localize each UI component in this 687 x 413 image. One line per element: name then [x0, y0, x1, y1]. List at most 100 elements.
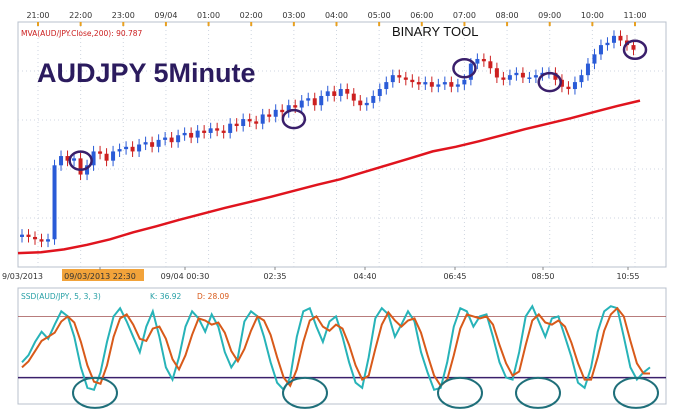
candle-body	[52, 165, 57, 240]
watermark: BINARY TOOL	[392, 24, 478, 39]
top-tick-label: 09:00	[538, 11, 561, 20]
candle-body	[358, 100, 363, 106]
candle-body	[280, 109, 285, 113]
d-value-label: D: 28.09	[197, 292, 229, 301]
oscillator-label: SSD(AUD/JPY, 5, 3, 3)	[21, 292, 101, 301]
candle-body	[267, 114, 272, 117]
candle-body	[572, 82, 577, 90]
candle-body	[20, 234, 24, 237]
candle-body	[293, 105, 298, 108]
candle-body	[247, 119, 252, 122]
candle-body	[494, 68, 499, 78]
chart-svg: 21:00 22:00 23:00 09/04 01:00 02:00 03:00 04:00…	[2, 11, 667, 409]
top-tick-label: 06:00	[410, 11, 433, 20]
candle-body	[312, 98, 317, 106]
bottom-tick-label: 9/03/2013	[2, 272, 43, 281]
candle-body	[137, 144, 142, 152]
top-tick-label: 04:00	[325, 11, 348, 20]
candle-body	[598, 45, 603, 55]
top-tick-label: 22:00	[69, 11, 92, 20]
top-tick-label: 21:00	[26, 11, 49, 20]
candle-body	[163, 137, 168, 140]
candle-body	[592, 54, 597, 64]
k-value-label: K: 36.92	[150, 292, 182, 301]
candle-body	[176, 135, 181, 143]
candle-body	[579, 75, 584, 83]
candle-body	[124, 146, 129, 150]
candle-body	[618, 35, 623, 41]
top-tick-label: 07:00	[453, 11, 476, 20]
top-tick-label: 02:00	[240, 11, 263, 20]
candle-body	[410, 79, 415, 83]
candle-body	[46, 239, 51, 242]
candle-body	[462, 79, 467, 85]
candle-body	[156, 139, 161, 147]
candle-body	[527, 77, 532, 79]
candle-body	[228, 123, 233, 133]
top-tick-label: 01:00	[197, 11, 220, 20]
candle-body	[273, 109, 278, 117]
top-tick-label: 05:00	[368, 11, 391, 20]
bottom-tick-label: 09/03/2013 22:30	[64, 272, 136, 281]
bottom-tick-label: 08:50	[531, 272, 554, 281]
candle-body	[390, 75, 395, 83]
candle-body	[195, 130, 200, 138]
candle-body	[111, 151, 116, 161]
candle-body	[182, 132, 187, 136]
candle-body	[319, 95, 324, 106]
bottom-tick-label: 09/04 00:30	[161, 272, 210, 281]
candle-body	[423, 82, 428, 85]
candle-body	[143, 142, 148, 145]
candle-body	[520, 72, 525, 78]
candle-body	[241, 119, 246, 127]
bottom-tick-label: 10:55	[616, 272, 639, 281]
candle-body	[202, 130, 207, 133]
candle-body	[254, 121, 259, 124]
candle-body	[78, 158, 83, 175]
candle-body	[442, 82, 447, 85]
candle-body	[104, 153, 109, 161]
candle-body	[371, 95, 376, 103]
candle-body	[605, 42, 610, 46]
candle-body	[585, 63, 590, 76]
candle-body	[33, 236, 38, 240]
top-tick-label: 03:00	[282, 11, 305, 20]
candle-body	[189, 132, 194, 138]
candle-body	[306, 98, 311, 101]
candle-body	[325, 91, 330, 96]
candle-body	[345, 89, 350, 94]
candle-body	[234, 123, 239, 127]
bottom-tick-label: 04:40	[353, 272, 376, 281]
candle-body	[429, 82, 434, 87]
candle-body	[150, 142, 155, 147]
candle-body	[377, 89, 382, 96]
candle-body	[481, 58, 486, 62]
top-tick-label: 23:00	[112, 11, 135, 20]
candle-body	[533, 75, 538, 78]
candle-body	[351, 93, 356, 101]
candle-body	[130, 146, 135, 152]
candle-body	[436, 84, 441, 87]
candle-body	[260, 114, 265, 124]
candle-body	[208, 128, 213, 133]
candle-body	[364, 102, 369, 106]
candle-body	[403, 77, 408, 80]
indicator-label: MVA(AUD/JPY.Close,200): 90.787	[21, 29, 143, 38]
candle-body	[611, 35, 616, 43]
bottom-time-axis: 9/03/2013 09/03/2013 22:30 09/04 00:30 02:3…	[2, 267, 640, 281]
candle-body	[566, 86, 571, 90]
candle-body	[98, 151, 103, 154]
bottom-tick-label: 02:35	[263, 272, 286, 281]
candle-body	[631, 45, 636, 50]
candle-body	[455, 84, 460, 87]
candle-body	[514, 72, 519, 76]
candle-body	[221, 130, 226, 133]
candle-body	[338, 89, 343, 96]
candle-body	[39, 239, 44, 242]
top-tick-label: 08:00	[496, 11, 519, 20]
bottom-tick-label: 06:45	[443, 272, 466, 281]
candle-body	[169, 137, 174, 143]
candle-body	[475, 58, 480, 64]
candle-body	[59, 156, 64, 166]
candle-body	[72, 158, 77, 161]
